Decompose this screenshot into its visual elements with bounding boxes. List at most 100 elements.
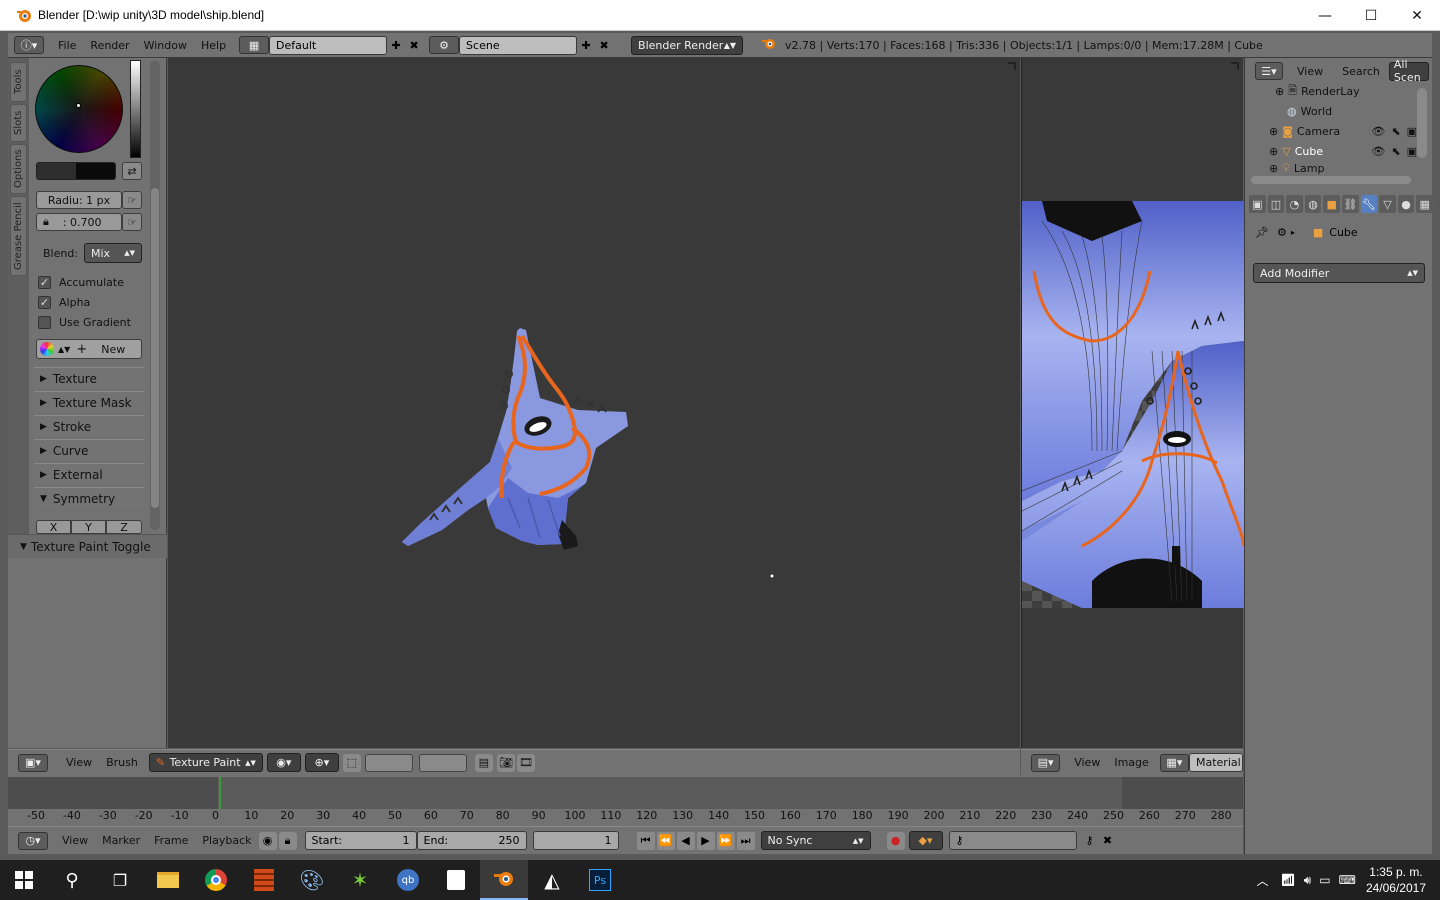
color-swatches[interactable]	[36, 162, 116, 180]
search-icon[interactable]: ⚲	[48, 860, 96, 900]
app-stack-icon[interactable]	[240, 860, 288, 900]
uv-image-editor[interactable]	[1021, 58, 1244, 748]
color-wheel-cursor[interactable]	[76, 103, 81, 108]
texture-paint-toggle-panel[interactable]: ▼ Texture Paint Toggle	[8, 534, 167, 558]
radius-field[interactable]: Radiu: 1 px	[36, 191, 122, 209]
menu-file[interactable]: File	[58, 39, 76, 52]
task-view-icon[interactable]: ❐	[96, 860, 144, 900]
outliner-item-world[interactable]: ◍ World	[1245, 101, 1417, 121]
pin-icon[interactable]: 📌︎	[1255, 226, 1269, 239]
symmetry-x-button[interactable]: X	[36, 520, 71, 534]
menu-help[interactable]: Help	[201, 39, 226, 52]
close-button[interactable]: ✕	[1394, 0, 1440, 31]
render-anim-icon[interactable]: 🎞︎	[516, 753, 535, 772]
tab-grease-pencil[interactable]: Grease Pencil	[10, 196, 27, 276]
menu-search[interactable]: Search	[1342, 65, 1380, 78]
notification-icon[interactable]: ▭	[1319, 873, 1330, 887]
select-cursor-icon[interactable]: ⬉	[1391, 125, 1400, 138]
add-layout-icon[interactable]: ✚	[387, 36, 405, 54]
menu-marker[interactable]: Marker	[102, 834, 140, 847]
layer-buttons-1[interactable]	[364, 753, 413, 772]
add-scene-icon[interactable]: ✚	[577, 36, 595, 54]
strength-field[interactable]: 🔒︎: 0.700	[36, 213, 122, 231]
lock-camera-icon[interactable]: ▤	[474, 753, 493, 772]
new-texture-button[interactable]: ▲▼ + New	[36, 339, 142, 359]
delete-key-icon[interactable]: ✖	[1099, 832, 1117, 850]
pivot-point-icon[interactable]: ⊕▾	[304, 753, 339, 772]
start-icon[interactable]	[0, 860, 48, 900]
section-curve[interactable]: ▶ Curve	[34, 439, 145, 461]
radius-pressure-icon[interactable]: ☞	[122, 191, 142, 209]
use-gradient-checkbox[interactable]: Use Gradient	[38, 316, 131, 329]
symmetry-y-button[interactable]: Y	[71, 520, 106, 534]
paint-app-icon[interactable]: 🎨︎	[288, 860, 336, 900]
render-camera-icon[interactable]: 📷︎	[496, 753, 515, 772]
timeline[interactable]: -50 -40 -30 -20 -10 0 10 20 30 40 50 60 70 80 90 100 110…	[8, 775, 1243, 826]
minimize-button[interactable]: —	[1302, 0, 1348, 31]
section-symmetry[interactable]: ▼ Symmetry	[34, 487, 145, 509]
outliner-item-camera[interactable]: ⊕ ◙ Camera 👁︎ ⬉ ▣	[1245, 121, 1417, 141]
menu-playback[interactable]: Playback	[202, 834, 251, 847]
blender-taskbar-icon[interactable]	[480, 860, 528, 900]
world-tab-icon[interactable]: ◍	[1304, 195, 1322, 213]
outliner-item-lamp[interactable]: ⊕ 💡︎ Lamp	[1245, 161, 1417, 175]
end-frame-field[interactable]: End: 250	[416, 831, 527, 850]
record-icon[interactable]: ●	[886, 831, 905, 850]
menu-brush[interactable]: Brush	[106, 756, 138, 769]
sync-select[interactable]: No Sync ▲▼	[760, 831, 871, 850]
timeline-track[interactable]	[8, 777, 1243, 809]
outliner-icon[interactable]: ☰▾	[1255, 62, 1283, 80]
blend-select[interactable]: Mix ▲▼	[84, 243, 142, 263]
jump-end-icon[interactable]: ⏭	[736, 831, 755, 850]
maximize-button[interactable]: ☐	[1348, 0, 1394, 31]
menu-render[interactable]: Render	[90, 39, 129, 52]
viewport-shading-icon[interactable]: ◉▾	[266, 753, 301, 772]
remove-layout-icon[interactable]: ✖	[405, 36, 423, 54]
photoshop-icon[interactable]: Ps	[576, 860, 624, 900]
chrome-icon[interactable]	[192, 860, 240, 900]
texture-tab-icon[interactable]: ▦	[1416, 195, 1433, 213]
tool-shelf-scrollbar[interactable]	[150, 60, 160, 530]
remove-scene-icon[interactable]: ✖	[595, 36, 613, 54]
render-icon[interactable]: ▣	[1407, 125, 1417, 138]
visibility-eye-icon[interactable]: 👁︎	[1371, 145, 1385, 158]
twitch-icon[interactable]	[432, 860, 480, 900]
render-tab-icon[interactable]: ▣	[1249, 195, 1266, 213]
tab-slots[interactable]: Slots	[10, 104, 27, 142]
layer-buttons-2[interactable]	[418, 753, 467, 772]
tab-tools[interactable]: Tools	[10, 62, 27, 102]
outliner-item-renderlayer[interactable]: ⊕ 🗎︎ RenderLay	[1245, 81, 1417, 101]
volume-icon[interactable]: 🔊︎	[1304, 873, 1312, 888]
layout-name-field[interactable]: Default	[269, 35, 388, 55]
scene-tab-icon[interactable]: ◔	[1286, 195, 1303, 213]
symmetry-z-button[interactable]: Z	[106, 520, 142, 534]
section-texture[interactable]: ▶ Texture	[34, 367, 145, 389]
jump-keyframe-back-icon[interactable]: ⏪	[656, 831, 675, 850]
accumulate-checkbox[interactable]: ✓ Accumulate	[38, 276, 124, 289]
face-mask-icon[interactable]: ⬚	[342, 753, 361, 772]
keying-set-field[interactable]: ⚷	[948, 831, 1077, 850]
scroll-thumb[interactable]	[151, 188, 159, 508]
section-stroke[interactable]: ▶ Stroke	[34, 415, 145, 437]
mode-select[interactable]: ✎ Texture Paint ▲▼	[148, 753, 263, 772]
wifi-icon[interactable]: 📶︎	[1280, 873, 1295, 887]
modifiers-tab-icon[interactable]: 🔧︎	[1360, 195, 1378, 213]
select-cursor-icon[interactable]: ⬉	[1391, 145, 1400, 158]
insert-key-icon[interactable]: ⚷	[1081, 832, 1099, 850]
render-icon[interactable]: ▣	[1407, 145, 1417, 158]
color-wheel[interactable]	[35, 65, 123, 153]
star-app-icon[interactable]: ✶	[336, 860, 384, 900]
3d-viewport[interactable]	[168, 58, 1020, 748]
display-mode-select[interactable]: All Scen	[1388, 58, 1429, 84]
editor-type-icon[interactable]: ▣▾	[18, 753, 48, 772]
timeline-editor-icon[interactable]: ◷▾	[18, 831, 48, 850]
outliner-hscrollbar[interactable]	[1251, 176, 1411, 184]
menu-view[interactable]: View	[66, 756, 92, 769]
renderlayer-tab-icon[interactable]: ◫	[1267, 195, 1285, 213]
scene-name-field[interactable]: Scene	[459, 35, 578, 55]
preview-range-icon[interactable]: ◉	[258, 831, 277, 850]
unity-icon[interactable]: ◭	[528, 860, 576, 900]
image-browse-icon[interactable]: ▦▾	[1159, 753, 1189, 772]
jump-start-icon[interactable]: ⏮	[636, 831, 655, 850]
menu-frame[interactable]: Frame	[154, 834, 188, 847]
